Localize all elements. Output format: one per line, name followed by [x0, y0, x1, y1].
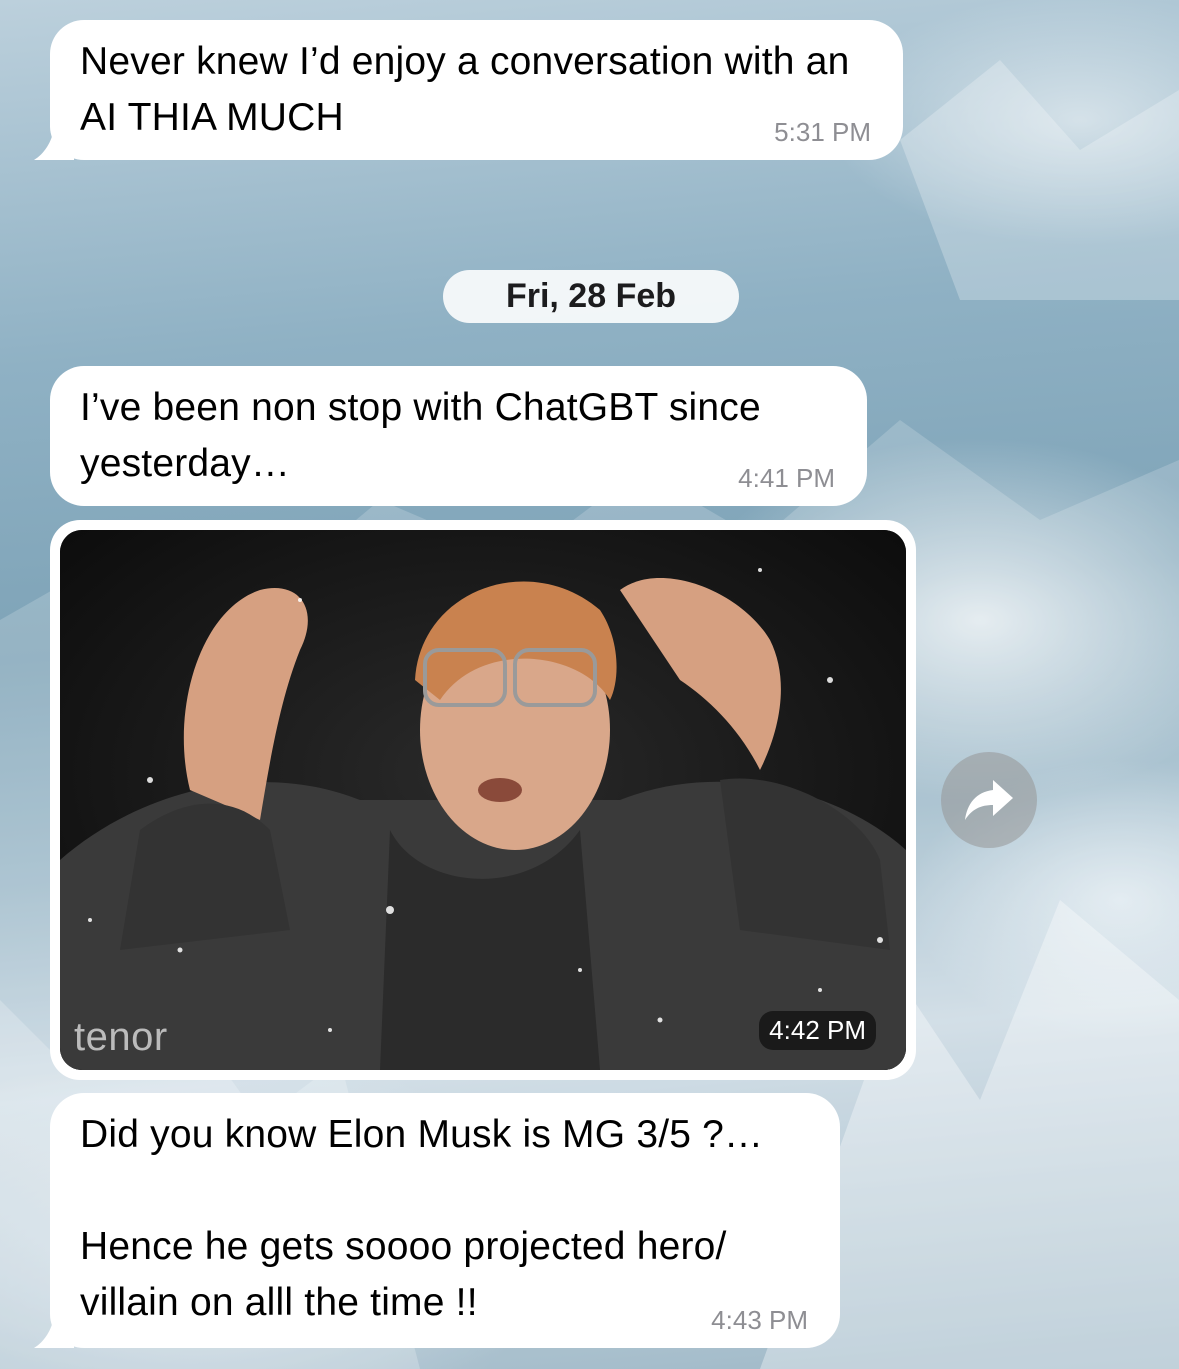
gif-provider-logo: tenor [74, 1015, 168, 1059]
message-line [80, 1163, 820, 1219]
bubble-tail [34, 128, 74, 160]
date-separator: Fri, 28 Feb [443, 270, 739, 323]
message-timestamp: 5:31 PM [774, 117, 871, 147]
message-line: villain on alll the time !! [80, 1281, 478, 1324]
forward-arrow-icon [965, 780, 1013, 820]
mind-blown-man-gif [60, 530, 906, 1070]
message-text: I’ve been non stop with ChatGBT since ye… [80, 386, 761, 485]
incoming-message-bubble[interactable]: I’ve been non stop with ChatGBT since ye… [50, 366, 867, 506]
gif-message[interactable]: tenor 4:42 PM [50, 520, 916, 1080]
message-timestamp: 4:43 PM [711, 1305, 808, 1335]
incoming-message-bubble[interactable]: Did you know Elon Musk is MG 3/5 ?… Henc… [50, 1093, 840, 1348]
message-line: Hence he gets soooo projected hero/ [80, 1225, 727, 1268]
message-line: Did you know Elon Musk is MG 3/5 ?… [80, 1113, 764, 1156]
bubble-tail [34, 1316, 74, 1348]
message-timestamp: 4:42 PM [759, 1011, 876, 1050]
forward-button[interactable] [941, 752, 1037, 848]
incoming-message-bubble[interactable]: Never knew I’d enjoy a conversation with… [50, 20, 903, 160]
message-text: Never knew I’d enjoy a conversation with… [80, 40, 850, 139]
message-text: Did you know Elon Musk is MG 3/5 ?… Henc… [80, 1107, 820, 1331]
message-timestamp: 4:41 PM [738, 463, 835, 493]
gif-image[interactable]: tenor 4:42 PM [60, 530, 906, 1070]
